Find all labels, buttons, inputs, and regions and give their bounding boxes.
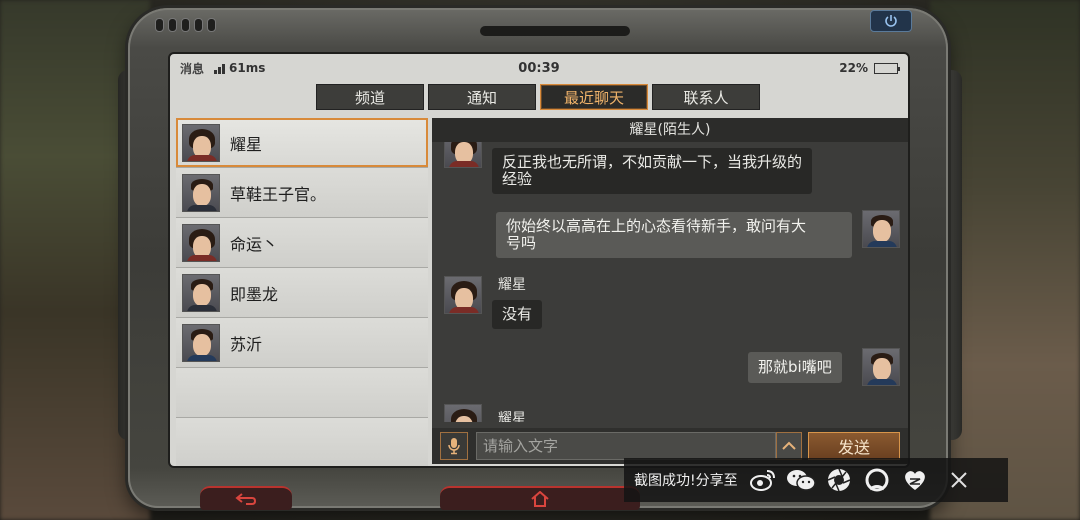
- avatar: [182, 173, 220, 212]
- qzone-icon[interactable]: [900, 465, 930, 495]
- avatar: [182, 323, 220, 362]
- home-icon: [531, 491, 549, 507]
- power-icon: [885, 15, 897, 27]
- contact-item[interactable]: 草鞋王子官。: [176, 168, 428, 218]
- contact-name: 耀星: [230, 134, 263, 154]
- avatar: [182, 223, 220, 262]
- back-arrow-icon: [235, 493, 257, 505]
- tab-notifications[interactable]: 通知: [428, 84, 536, 110]
- home-button[interactable]: [440, 486, 640, 510]
- message-bubble: 你始终以高高在上的心态看待新手，敢问有大 号吗: [496, 212, 852, 258]
- message-text: 反正我也无所谓，不如贡献一下，当我升级的: [502, 153, 803, 171]
- share-label: 截图成功!分享至: [634, 473, 738, 489]
- share-toast: 截图成功!分享至: [624, 458, 1008, 502]
- chat-panel: 耀星(陌生人) 反正我也无所谓，不如贡献一下，当我升级的 经验 你始终以高高在上…: [432, 118, 908, 464]
- contact-name: 即墨龙: [230, 284, 279, 304]
- avatar: [444, 404, 482, 422]
- contact-empty-slot: [176, 418, 428, 466]
- expand-button[interactable]: [776, 432, 802, 460]
- avatar: [862, 210, 900, 248]
- contact-name: 苏沂: [230, 334, 263, 354]
- moments-icon[interactable]: [824, 465, 854, 495]
- message-other: 反正我也无所谓，不如贡献一下，当我升级的 经验: [492, 148, 813, 194]
- tab-contacts[interactable]: 联系人: [652, 84, 760, 110]
- contact-item[interactable]: 即墨龙: [176, 268, 428, 318]
- avatar: [444, 142, 482, 168]
- chevron-up-icon: [782, 441, 796, 450]
- avatar: [182, 123, 220, 162]
- message-mine: 那就bi嘴吧: [748, 352, 842, 383]
- send-button[interactable]: 发送: [808, 432, 900, 460]
- sender-name: 耀星: [498, 277, 526, 293]
- message-other: 没有: [492, 300, 543, 329]
- battery-status: 22%: [839, 61, 900, 75]
- contact-empty-slot: [176, 368, 428, 418]
- contact-name: 草鞋王子官。: [230, 184, 327, 204]
- battery-percent: 22%: [839, 61, 868, 75]
- close-icon[interactable]: [944, 465, 974, 495]
- weibo-icon[interactable]: [748, 465, 778, 495]
- message-bubble: 没有: [492, 300, 543, 329]
- avatar: [444, 276, 482, 314]
- tab-recent-chats[interactable]: 最近聊天: [540, 84, 648, 110]
- status-bar: 消息 61ms 00:39 22%: [170, 54, 908, 82]
- contact-list: 耀星 草鞋王子官。 命运丶 即墨龙 苏沂: [176, 118, 428, 466]
- message-bubble: 反正我也无所谓，不如贡献一下，当我升级的 经验: [492, 148, 813, 194]
- battery-icon: [874, 62, 900, 74]
- ping-value: 61ms: [229, 61, 266, 75]
- contact-item[interactable]: 命运丶: [176, 218, 428, 268]
- back-button[interactable]: [200, 486, 292, 510]
- avatar: [182, 273, 220, 312]
- qq-icon[interactable]: [862, 465, 892, 495]
- signal-icon: [214, 63, 226, 74]
- microphone-icon: [448, 438, 460, 455]
- message-text: 号吗: [506, 234, 537, 252]
- clock: 00:39: [518, 60, 560, 76]
- voice-button[interactable]: [440, 432, 468, 460]
- message-mine: 你始终以高高在上的心态看待新手，敢问有大 号吗: [496, 212, 852, 258]
- power-button[interactable]: [870, 10, 912, 32]
- device-top-slot: [480, 26, 630, 36]
- avatar: [862, 348, 900, 386]
- message-list[interactable]: 反正我也无所谓，不如贡献一下，当我升级的 经验 你始终以高高在上的心态看待新手，…: [432, 142, 908, 422]
- message-text: 经验: [502, 170, 533, 188]
- contact-name: 命运丶: [230, 234, 279, 254]
- speaker-grille: [155, 18, 216, 32]
- wechat-icon[interactable]: [786, 465, 816, 495]
- tab-bar: 频道 通知 最近聊天 联系人: [316, 84, 760, 110]
- device-screen: 消息 61ms 00:39 22% 频道 通知 最近聊天 联系人 耀星 草鞋王子…: [168, 52, 910, 468]
- messages-label: 消息: [180, 61, 205, 76]
- tab-channel[interactable]: 频道: [316, 84, 424, 110]
- message-input[interactable]: [476, 432, 776, 460]
- message-text: 你始终以高高在上的心态看待新手，敢问有大: [506, 217, 807, 235]
- chat-title: 耀星(陌生人): [432, 118, 908, 142]
- contact-item[interactable]: 苏沂: [176, 318, 428, 368]
- sender-name: 耀星: [498, 411, 526, 422]
- contact-item[interactable]: 耀星: [176, 118, 428, 168]
- message-bubble: 那就bi嘴吧: [748, 352, 842, 383]
